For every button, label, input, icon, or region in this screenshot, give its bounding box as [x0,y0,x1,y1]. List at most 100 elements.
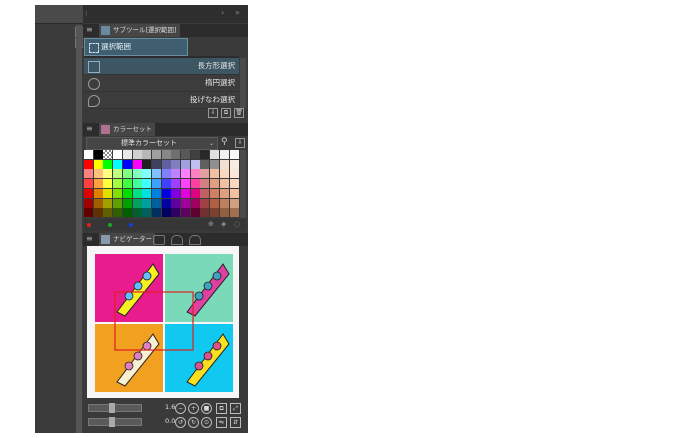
flip-vertical-icon[interactable]: ⇵ [230,417,241,428]
tool-row-lasso-select[interactable]: 投げなわ選択 [84,92,239,109]
color-swatch[interactable] [151,188,161,198]
color-swatch[interactable] [229,198,239,208]
color-swatch[interactable] [142,198,152,208]
color-swatch[interactable] [93,169,103,179]
color-swatch[interactable] [229,169,239,179]
vertical-scrollbar[interactable] [76,25,82,433]
color-swatch[interactable] [200,208,210,218]
colorset-select[interactable]: 標準カラーセット ⌄ [86,137,218,150]
color-swatch[interactable] [142,159,152,169]
color-swatch[interactable] [181,188,190,198]
rotate-slider[interactable] [88,417,142,427]
zoom-in-icon[interactable]: + [188,403,199,414]
color-swatch[interactable] [151,159,161,169]
color-swatch[interactable] [103,169,113,179]
color-swatch[interactable] [122,188,132,198]
color-swatch[interactable] [93,198,103,208]
subtool-scrollbar[interactable] [240,58,246,108]
fill-bucket-icon[interactable]: ◈ [221,220,226,228]
color-swatch[interactable] [103,179,113,189]
color-swatch[interactable] [93,159,103,169]
color-swatch[interactable] [161,188,171,198]
color-swatch[interactable] [103,208,113,218]
color-swatch[interactable] [200,159,210,169]
color-swatch[interactable] [113,150,123,159]
color-swatch[interactable] [132,188,142,198]
color-swatch[interactable] [151,150,161,159]
color-swatch[interactable] [190,150,200,159]
color-swatch[interactable] [142,179,152,189]
color-swatch[interactable] [181,159,190,169]
color-swatch[interactable] [181,150,190,159]
color-swatch[interactable] [171,159,181,169]
tab-colorset[interactable]: カラーセット [99,123,155,136]
color-swatch[interactable] [210,179,220,189]
reset-rotation-icon[interactable]: ⊙ [201,417,212,428]
color-swatch[interactable] [132,208,142,218]
color-swatch[interactable] [93,150,103,159]
delete-color-icon[interactable]: ◌ [234,220,240,228]
tool-row-ellipse-select[interactable]: 楕円選択 [84,75,239,92]
color-swatch[interactable] [229,150,239,159]
color-swatch[interactable] [151,198,161,208]
color-swatch[interactable] [132,159,142,169]
color-swatch[interactable] [200,188,210,198]
color-swatch[interactable] [171,208,181,218]
color-swatch[interactable] [229,159,239,169]
color-swatch[interactable] [122,169,132,179]
copy-subtool-icon[interactable]: ⧉ [221,108,231,118]
color-swatch[interactable] [103,198,113,208]
color-swatch[interactable] [151,169,161,179]
color-swatch[interactable] [93,208,103,218]
fullscreen-icon[interactable]: ⤢ [230,403,241,414]
color-swatch[interactable] [161,208,171,218]
color-swatch[interactable] [229,179,239,189]
color-swatch[interactable] [113,208,123,218]
tab-navigator[interactable]: ナビゲーター [99,233,155,246]
color-swatch[interactable] [219,179,229,189]
zoom-slider-knob[interactable] [109,403,115,413]
color-swatch[interactable] [219,150,229,159]
color-swatch[interactable] [84,159,93,169]
color-swatch[interactable] [161,150,171,159]
color-swatch[interactable] [200,179,210,189]
grip-icon[interactable]: ⁞ [85,9,88,18]
color-swatch[interactable] [122,198,132,208]
color-swatch[interactable] [122,159,132,169]
color-swatch[interactable] [171,150,181,159]
color-swatch[interactable] [93,179,103,189]
color-swatch[interactable] [84,169,93,179]
color-swatch[interactable] [132,150,142,159]
color-swatch[interactable] [210,188,220,198]
color-swatch[interactable] [190,188,200,198]
color-swatch[interactable] [229,188,239,198]
color-swatch[interactable] [132,179,142,189]
tab-layer-search-icon[interactable] [189,235,201,245]
color-swatch[interactable] [210,198,220,208]
color-swatch[interactable] [190,208,200,218]
color-swatch[interactable] [122,179,132,189]
color-swatch[interactable] [219,208,229,218]
delete-subtool-icon[interactable]: 🗑 [234,108,244,118]
color-swatch[interactable] [122,150,132,159]
flip-horizontal-icon[interactable]: ⇋ [216,417,227,428]
eyedropper-search-icon[interactable]: ⚲ [221,137,228,147]
color-swatch[interactable] [219,159,229,169]
color-swatch[interactable] [181,198,190,208]
color-swatch-grid[interactable] [84,150,240,218]
color-swatch[interactable] [113,159,123,169]
color-swatch[interactable] [200,169,210,179]
color-swatch[interactable] [84,179,93,189]
color-swatch[interactable] [190,169,200,179]
color-swatch[interactable] [210,159,220,169]
menu-icon[interactable]: ≡ [86,26,94,34]
subtool-group-selection[interactable]: 選択範囲 [84,38,188,56]
color-swatch[interactable] [190,198,200,208]
color-swatch[interactable] [84,150,93,159]
color-swatch[interactable] [210,169,220,179]
fit-window-icon[interactable]: ⧉ [216,403,227,414]
color-swatch[interactable] [122,208,132,218]
color-swatch[interactable] [171,169,181,179]
color-swatch[interactable] [103,150,113,159]
color-swatch[interactable] [229,208,239,218]
